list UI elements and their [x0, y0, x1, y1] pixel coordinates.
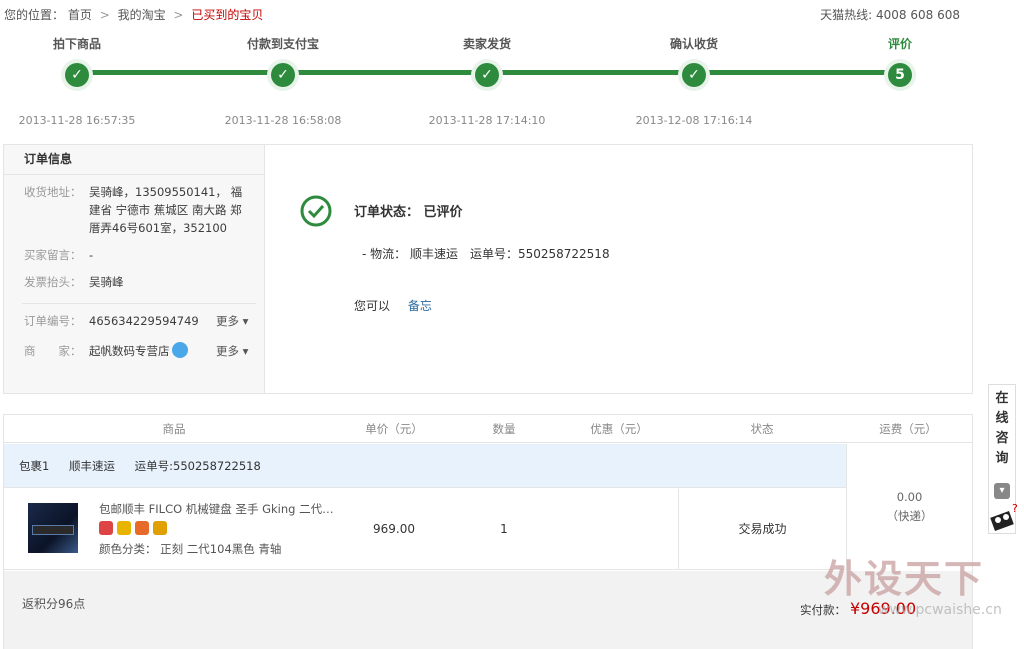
step-shipped: 卖家发货 ✓ 2013-11-28 17:14:10: [407, 34, 567, 127]
memo-link[interactable]: 备忘: [408, 299, 432, 313]
breadcrumb-separator: >: [173, 8, 184, 22]
breadcrumb: 您的位置： 首页 > 我的淘宝 > 已买到的宝贝: [4, 6, 263, 23]
step-time: 2013-12-08 17:16:14: [635, 114, 753, 127]
order-number-label: 订单编号：: [24, 314, 82, 328]
freight-amount: 0.00: [896, 490, 923, 504]
trade-status: 交易成功: [678, 489, 846, 569]
you-can-label: 您可以: [354, 299, 391, 313]
svg-text:?: ?: [1012, 502, 1018, 515]
service-icon: [153, 521, 167, 535]
package-carrier: 顺丰速运: [68, 459, 115, 473]
header-quantity: 数量: [492, 422, 516, 436]
watermark-logo: 外设天下: [824, 557, 985, 601]
success-check-icon: [300, 195, 332, 227]
invoice-label: 发票抬头：: [24, 275, 82, 289]
caret-down-icon: ▾: [242, 314, 249, 328]
address-label: 收货地址：: [24, 185, 82, 199]
merchant-more-dropdown[interactable]: 更多 ▾: [216, 342, 248, 360]
actions-row: 您可以 备忘: [354, 297, 432, 314]
message-label: 买家留言：: [24, 248, 82, 262]
package-tracking: 运单号:550258722518: [134, 459, 261, 473]
header-status: 状态: [750, 422, 774, 436]
watermark-url: www.pcwaishe.cn: [878, 602, 1002, 618]
breadcrumb-prefix: 您的位置：: [4, 8, 65, 22]
top-bar: 您的位置： 首页 > 我的淘宝 > 已买到的宝贝 天猫热线: 4008 608 …: [0, 0, 1024, 26]
address-value: 吴骑峰，13509550141， 福建省 宁德市 蕉城区 南大路 郑厝弄46号6…: [89, 185, 243, 235]
watermark: 外设天下 www.pcwaishe.cn: [824, 548, 1024, 626]
logistics-text: - 物流： 顺丰速运 运单号：550258722518: [362, 247, 610, 261]
step-paid: 付款到支付宝 ✓ 2013-11-28 16:58:08: [203, 34, 363, 127]
breadcrumb-current: 已买到的宝贝: [191, 8, 264, 22]
check-icon: ✓: [61, 59, 93, 91]
step-number-badge: 5: [884, 59, 916, 91]
product-thumbnail[interactable]: [28, 503, 78, 553]
divider: [22, 303, 256, 304]
check-icon: ✓: [471, 59, 503, 91]
invoice-value: 吴骑峰: [89, 275, 124, 289]
seven-day-return-icon: [99, 521, 113, 535]
step-label: 卖家发货: [462, 37, 511, 51]
order-status-text: 订单状态： 已评价: [354, 205, 463, 220]
check-icon: ✓: [267, 59, 299, 91]
package-row: 包裹1 顺丰速运 运单号:550258722518: [4, 444, 846, 488]
step-time: 2013-11-28 17:14:10: [428, 114, 546, 127]
package-label: 包裹1: [19, 459, 50, 473]
order-status-area: 订单状态： 已评价 - 物流： 顺丰速运 运单号：550258722518 您可…: [266, 145, 972, 393]
table-row: 包邮顺丰 FILCO 机械键盘 圣手 Gking 二代… 颜色分类： 正刻 二代…: [4, 489, 846, 570]
step-label: 拍下商品: [52, 37, 101, 51]
wangwang-chat-icon[interactable]: [171, 342, 188, 358]
header-discount: 优惠（元）: [590, 422, 648, 436]
step-time: 2013-11-28 16:58:08: [224, 114, 342, 127]
order-info-title: 订单信息: [4, 145, 264, 175]
step-label: 付款到支付宝: [246, 37, 319, 51]
quantity: 1: [500, 522, 508, 536]
order-info-panel: 订单信息 收货地址： 吴骑峰，13509550141， 福建省 宁德市 蕉城区 …: [3, 144, 973, 394]
mascot-icon: ?: [990, 502, 1018, 531]
service-badges: [99, 521, 171, 538]
guarantee-icon: [117, 521, 131, 535]
merchant-link[interactable]: 起帆数码专营店: [89, 344, 170, 358]
order-info-sidebar: 订单信息 收货地址： 吴骑峰，13509550141， 福建省 宁德市 蕉城区 …: [4, 145, 265, 393]
product-name-link[interactable]: 包邮顺丰 FILCO 机械键盘 圣手 Gking 二代…: [99, 501, 339, 517]
freight-type: （快递）: [886, 509, 933, 523]
check-icon: ✓: [678, 59, 710, 91]
step-review: 评价 5: [820, 34, 980, 91]
step-label: 评价: [887, 37, 912, 51]
breadcrumb-home-link[interactable]: 首页: [68, 8, 92, 22]
hotline-text: 天猫热线: 4008 608 608: [820, 8, 960, 22]
breadcrumb-my-taobao-link[interactable]: 我的淘宝: [118, 8, 166, 22]
authentic-icon: [135, 521, 149, 535]
order-progress: 拍下商品 ✓ 2013-11-28 16:57:35 付款到支付宝 ✓ 2013…: [0, 30, 975, 130]
order-more-dropdown[interactable]: 更多 ▾: [216, 312, 248, 330]
breadcrumb-separator: >: [99, 8, 110, 22]
caret-down-icon: ▾: [242, 344, 249, 358]
step-received: 确认收货 ✓ 2013-12-08 17:16:14: [614, 34, 774, 127]
table-header: 商品 单价（元） 数量 优惠（元） 状态 运费（元）: [4, 415, 972, 443]
message-value: -: [89, 248, 94, 262]
step-time: 2013-11-28 16:57:35: [18, 114, 136, 127]
product-sku: 颜色分类： 正刻 二代104黑色 青轴: [99, 542, 282, 556]
header-freight: 运费（元）: [879, 422, 937, 436]
chevron-down-icon[interactable]: ▾: [994, 483, 1010, 499]
unit-price: 969.00: [373, 522, 415, 536]
step-placed: 拍下商品 ✓ 2013-11-28 16:57:35: [0, 34, 157, 127]
header-product: 商品: [162, 422, 186, 436]
header-unit-price: 单价（元）: [365, 422, 423, 436]
step-label: 确认收货: [669, 37, 718, 51]
merchant-label: 商 家：: [24, 344, 82, 358]
points-text: 返积分96点: [22, 597, 86, 611]
